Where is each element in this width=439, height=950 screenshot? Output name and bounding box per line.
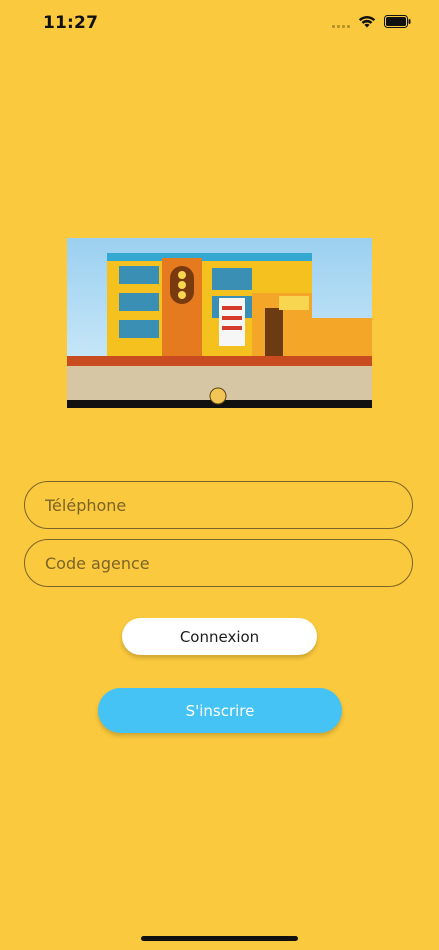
status-time: 11:27: [43, 13, 99, 33]
login-button[interactable]: Connexion: [122, 618, 317, 655]
login-button-label: Connexion: [179, 627, 260, 646]
wifi-icon: [358, 15, 376, 28]
phone-input[interactable]: [24, 481, 413, 529]
agency-code-input[interactable]: [24, 539, 413, 587]
status-bar: 11:27: [0, 0, 439, 50]
home-indicator: [141, 936, 298, 941]
register-button-label: S'inscrire: [185, 701, 255, 720]
signal-icon: [332, 16, 350, 28]
building-image: [67, 238, 372, 408]
battery-icon: [384, 15, 411, 28]
status-icons: [332, 15, 411, 28]
register-button[interactable]: S'inscrire: [98, 688, 342, 733]
